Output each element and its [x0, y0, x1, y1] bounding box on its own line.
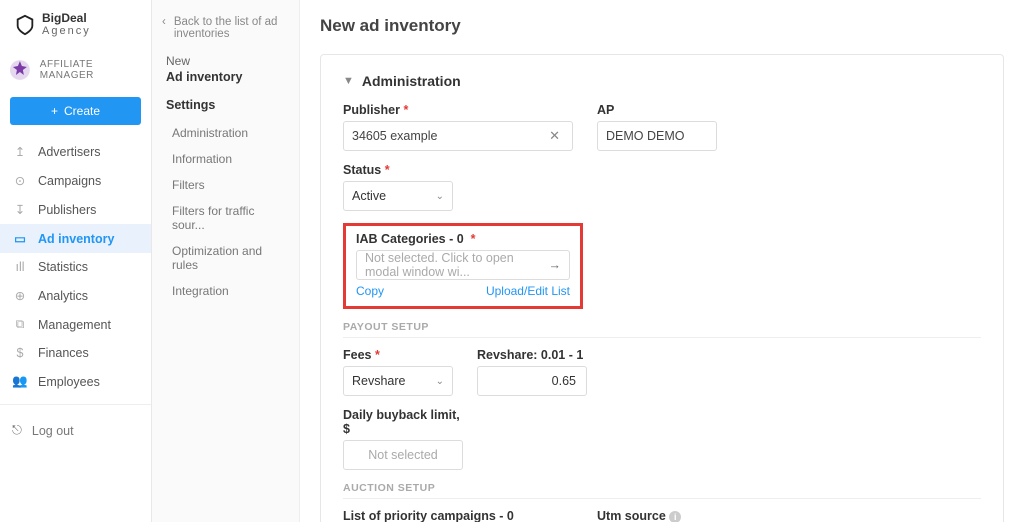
- secnav-title: Ad inventory: [152, 70, 299, 94]
- stats-icon: ıll: [12, 260, 28, 274]
- logo-icon: [14, 14, 36, 36]
- revshare-label: Revshare: 0.01 - 1: [477, 348, 587, 362]
- fees-label: Fees: [343, 348, 372, 362]
- main-content: New ad inventory ▼ Administration Publis…: [300, 0, 1024, 522]
- iab-highlight-box: IAB Categories - 0 * Not selected. Click…: [343, 223, 583, 309]
- nav-list: ↥Advertisers ⊙Campaigns ↧Publishers ▭Ad …: [0, 137, 151, 396]
- priority-label: List of priority campaigns - 0: [343, 509, 573, 522]
- nav-divider: [0, 404, 151, 405]
- page-title: New ad inventory: [320, 16, 1004, 36]
- ap-input[interactable]: DEMO DEMO: [597, 121, 717, 151]
- clear-publisher-icon[interactable]: ✕: [545, 128, 564, 144]
- nav-employees[interactable]: 👥Employees: [0, 367, 151, 396]
- secondary-nav: ‹ Back to the list of ad inventories New…: [152, 0, 300, 522]
- affiliate-icon: [8, 57, 32, 83]
- logout-button[interactable]: ⎋ Log out: [0, 415, 151, 446]
- nav-management[interactable]: ⧉Management: [0, 310, 151, 339]
- iab-upload-link[interactable]: Upload/Edit List: [486, 284, 570, 298]
- card-header: ▼ Administration: [343, 73, 981, 89]
- brand-name-2: Agency: [42, 25, 91, 37]
- logout-icon: ⎋: [12, 423, 22, 438]
- secnav-filters[interactable]: Filters: [152, 172, 299, 198]
- nav-finances[interactable]: $Finances: [0, 339, 151, 367]
- auction-section-header: AUCTION SETUP: [343, 482, 981, 499]
- chevron-down-icon: ⌄: [436, 191, 444, 202]
- fees-select[interactable]: Revshare ⌄: [343, 366, 453, 396]
- analytics-icon: ⊕: [12, 288, 28, 303]
- secnav-filters-traffic[interactable]: Filters for traffic sour...: [152, 198, 299, 238]
- management-icon: ⧉: [12, 317, 28, 332]
- secnav-administration[interactable]: Administration: [152, 120, 299, 146]
- chevron-left-icon: ‹: [162, 16, 166, 28]
- status-label: Status: [343, 163, 381, 177]
- publisher-input[interactable]: 34605 example ✕: [343, 121, 573, 151]
- iab-label: IAB Categories - 0: [356, 232, 464, 246]
- back-link[interactable]: ‹ Back to the list of ad inventories: [152, 10, 299, 54]
- download-icon: ↧: [12, 202, 28, 217]
- nav-ad-inventory[interactable]: ▭Ad inventory: [0, 224, 151, 253]
- secnav-information[interactable]: Information: [152, 146, 299, 172]
- dollar-icon: $: [12, 346, 28, 360]
- nav-analytics[interactable]: ⊕Analytics: [0, 281, 151, 310]
- ap-label: AP: [597, 103, 717, 117]
- secnav-optimization[interactable]: Optimization and rules: [152, 238, 299, 278]
- nav-advertisers[interactable]: ↥Advertisers: [0, 137, 151, 166]
- info-icon[interactable]: i: [669, 511, 681, 522]
- daily-buyback-label: Daily buyback limit, $: [343, 408, 463, 436]
- brand-name-1: BigDeal: [42, 12, 91, 25]
- iab-input[interactable]: Not selected. Click to open modal window…: [356, 250, 570, 280]
- utm-label: Utm source i: [597, 509, 777, 522]
- inventory-icon: ▭: [12, 231, 28, 246]
- people-icon: 👥: [12, 374, 28, 389]
- secnav-integration[interactable]: Integration: [152, 278, 299, 304]
- nav-publishers[interactable]: ↧Publishers: [0, 195, 151, 224]
- secnav-section-head: Settings: [152, 94, 299, 116]
- create-button[interactable]: + Create: [10, 97, 141, 125]
- arrow-right-icon: →: [549, 258, 562, 272]
- collapse-icon[interactable]: ▼: [343, 75, 354, 87]
- iab-copy-link[interactable]: Copy: [356, 284, 384, 298]
- plus-icon: +: [51, 104, 58, 118]
- administration-card: ▼ Administration Publisher * 34605 examp…: [320, 54, 1004, 522]
- payout-section-header: PAYOUT SETUP: [343, 321, 981, 338]
- brand-logo: BigDeal Agency: [0, 0, 151, 49]
- nav-statistics[interactable]: ıllStatistics: [0, 253, 151, 281]
- daily-buyback-input[interactable]: Not selected: [343, 440, 463, 470]
- nav-campaigns[interactable]: ⊙Campaigns: [0, 166, 151, 195]
- main-sidebar: BigDeal Agency AFFILIATE MANAGER + Creat…: [0, 0, 152, 522]
- secnav-new-label: New: [152, 54, 299, 68]
- publisher-label: Publisher: [343, 103, 400, 117]
- status-select[interactable]: Active ⌄: [343, 181, 453, 211]
- revshare-input[interactable]: 0.65: [477, 366, 587, 396]
- chevron-down-icon: ⌄: [436, 376, 444, 387]
- target-icon: ⊙: [12, 173, 28, 188]
- upload-icon: ↥: [12, 144, 28, 159]
- role-badge: AFFILIATE MANAGER: [0, 49, 151, 91]
